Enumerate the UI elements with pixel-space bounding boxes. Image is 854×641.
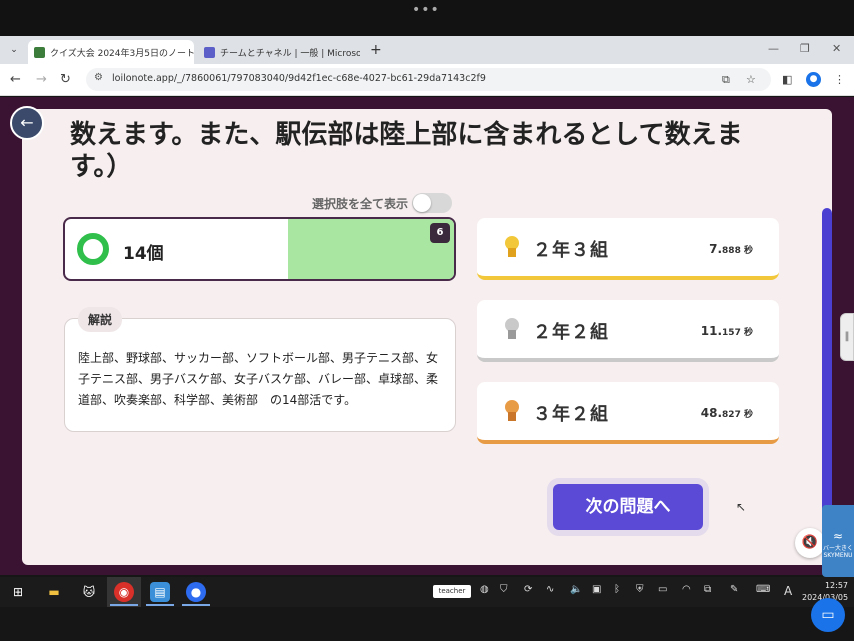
- profile-avatar-icon[interactable]: ●: [806, 72, 821, 87]
- ranking-second: ２年２組 11.157 秒: [477, 300, 779, 362]
- chrome-menu-icon[interactable]: ⋮: [834, 73, 845, 86]
- clock-time: 12:57: [824, 581, 848, 590]
- ranking-class-name: ２年２組: [533, 322, 609, 343]
- more-dots-icon[interactable]: •••: [412, 2, 440, 18]
- skymenu-wave-icon: ≈: [832, 529, 844, 543]
- teams-favicon-icon: [204, 46, 215, 58]
- mute-speaker-icon[interactable]: 🔇: [795, 528, 825, 558]
- tray-security-icon[interactable]: ⛨: [636, 584, 644, 595]
- camera-icon[interactable]: ▭: [811, 598, 845, 632]
- forward-arrow-icon[interactable]: →: [36, 72, 47, 87]
- ranking-class-name: ３年２組: [533, 404, 609, 425]
- correct-answer-choice[interactable]: 14個 6: [63, 217, 456, 281]
- loilo-favicon-icon: [34, 46, 45, 58]
- ranking-time: 7.888 秒: [709, 242, 753, 256]
- side-panel-handle[interactable]: ‖: [840, 313, 854, 361]
- taskbar: ⊞ ▬ 🐱 ◉ ▤ ● teacher ◍ ⛉ ⟳ ∿ 🔈 ▣ ᛒ ⛨ ▭ ◠ …: [0, 577, 854, 607]
- running-app-underline: [182, 604, 210, 606]
- tray-audio-wave-icon[interactable]: ∿: [546, 584, 554, 595]
- minimize-icon[interactable]: —: [768, 42, 779, 55]
- reload-icon[interactable]: ↻: [60, 72, 71, 87]
- skymenu-brand: SKYMENU: [823, 552, 853, 559]
- close-window-icon[interactable]: ✕: [832, 42, 841, 55]
- new-tab-icon[interactable]: +: [370, 42, 382, 58]
- bluetooth-icon[interactable]: ᛒ: [614, 584, 620, 595]
- cat-app-icon[interactable]: 🐱: [79, 582, 99, 602]
- skymenu-label: バー大きく: [822, 545, 853, 552]
- install-app-icon[interactable]: ⧉: [722, 73, 730, 87]
- pen-icon[interactable]: ✎: [730, 584, 738, 595]
- answer-text: 14個: [123, 244, 164, 264]
- loilonote-app-icon[interactable]: ▤: [150, 582, 170, 602]
- ranking-first: ２年３組 7.888 秒: [477, 218, 779, 280]
- wifi-icon[interactable]: ◠: [682, 584, 691, 595]
- volume-icon[interactable]: 🔈: [570, 584, 582, 595]
- ime-mode-icon[interactable]: A: [784, 584, 792, 598]
- bookmark-star-icon[interactable]: ☆: [746, 73, 756, 86]
- keyboard-icon[interactable]: ⌨: [756, 584, 770, 595]
- show-all-label: 選択肢を全て表示: [312, 196, 409, 211]
- skymenu-widget[interactable]: ≈ バー大きく SKYMENU: [822, 505, 854, 577]
- back-button[interactable]: ←: [10, 106, 44, 140]
- battery-icon[interactable]: ▭: [658, 584, 667, 595]
- running-app-underline: [146, 604, 174, 606]
- tab-label: チームとチャネル | 一般 | Microsoft: [220, 48, 360, 59]
- toggle-knob: [413, 194, 432, 212]
- explanation-text: 陸上部、野球部、サッカー部、ソフトボール部、男子テニス部、女子テニス部、男子バス…: [78, 351, 439, 407]
- tray-display-icon[interactable]: ▣: [592, 584, 601, 595]
- tab-label: クイズ大会 2024年3月5日のノート: [50, 48, 194, 59]
- browser-tabstrip: ⌄ クイズ大会 2024年3月5日のノート ✕ チームとチャネル | 一般 | …: [0, 36, 854, 64]
- side-panel-icon[interactable]: ◧: [782, 73, 792, 86]
- bottom-bar: [0, 607, 854, 641]
- next-question-button[interactable]: 次の問題へ: [553, 484, 703, 530]
- mouse-cursor-icon: ↖: [736, 500, 747, 514]
- arrow-left-icon: ←: [20, 113, 34, 132]
- zoom-app-icon[interactable]: ●: [186, 582, 206, 602]
- back-arrow-icon[interactable]: ←: [10, 72, 21, 87]
- tray-sync-icon[interactable]: ⟳: [524, 584, 532, 595]
- chrome-icon[interactable]: ◉: [114, 582, 134, 602]
- active-app-underline: [110, 604, 138, 606]
- start-windows-icon[interactable]: ⊞: [8, 582, 28, 602]
- explanation-label: 解説: [78, 307, 123, 332]
- teacher-badge[interactable]: teacher: [433, 585, 471, 598]
- browser-toolbar: ← → ↻ ⚙ loilonote.app/_/7860061/79708304…: [0, 64, 854, 96]
- ranking-third: ３年２組 48.827 秒: [477, 382, 779, 444]
- ranking-time: 11.157 秒: [700, 324, 753, 338]
- show-all-choices-row: 選択肢を全て表示: [312, 193, 453, 213]
- tray-window-icon[interactable]: ⧉: [704, 584, 711, 595]
- tab-teams[interactable]: チームとチャネル | 一般 | Microsoft ✕: [198, 40, 360, 64]
- url-text: loilonote.app/_/7860061/797083040/9d42f1…: [112, 73, 486, 84]
- silver-medal-icon: [503, 318, 521, 340]
- tab-quiz-note[interactable]: クイズ大会 2024年3月5日のノート ✕: [28, 40, 194, 64]
- ranking-time: 48.827 秒: [700, 406, 753, 420]
- bronze-medal-icon: [503, 400, 521, 422]
- ranking-class-name: ２年３組: [533, 240, 609, 261]
- tray-app-icon[interactable]: ◍: [480, 584, 489, 595]
- gold-medal-icon: [503, 236, 521, 258]
- screen: ••• ⌄ クイズ大会 2024年3月5日のノート ✕ チームとチャネル | 一…: [0, 0, 854, 641]
- system-top-bar: •••: [0, 0, 854, 36]
- restore-icon[interactable]: ❐: [800, 42, 810, 55]
- correct-circle-icon: [77, 233, 109, 265]
- show-all-toggle[interactable]: [412, 193, 453, 213]
- site-info-icon[interactable]: ⚙: [94, 72, 103, 83]
- address-bar[interactable]: ⚙ loilonote.app/_/7860061/797083040/9d42…: [86, 68, 771, 91]
- file-explorer-icon[interactable]: ▬: [44, 582, 64, 602]
- tray-shield-icon[interactable]: ⛉: [500, 584, 508, 595]
- question-text: 数えます。また、駅伝部は陸上部に含まれるとして数えます。）: [70, 120, 743, 182]
- tab-search-icon[interactable]: ⌄: [6, 42, 22, 58]
- answer-count-badge: 6: [430, 223, 450, 243]
